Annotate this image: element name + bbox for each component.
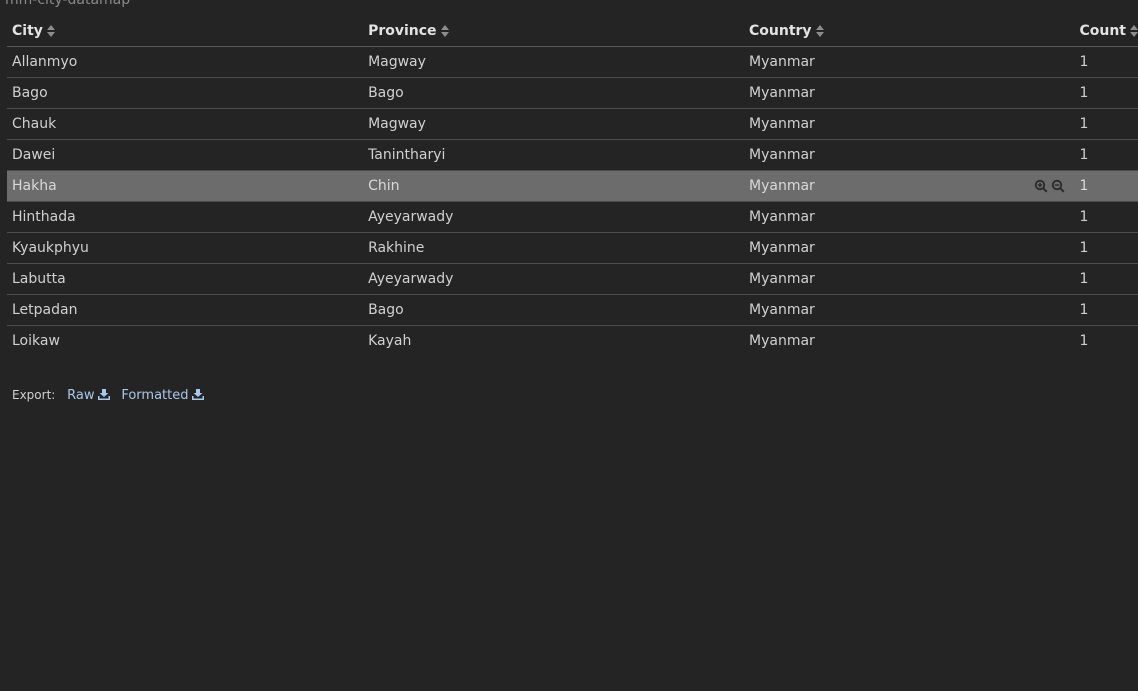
cell-count: 1	[1074, 139, 1138, 171]
column-header-country[interactable]: Country	[744, 16, 1075, 47]
download-icon	[191, 389, 204, 400]
cell-province: Magway	[363, 46, 744, 78]
cell-country: Myanmar	[744, 294, 1075, 326]
zoom-in-icon[interactable]	[1034, 179, 1048, 193]
cell-country: Myanmar	[744, 77, 1075, 109]
cell-count: 1	[1074, 170, 1138, 202]
cell-city: Allanmyo	[7, 46, 364, 78]
table-row[interactable]: Dawei Tanintharyi Myanmar 1	[7, 139, 1138, 171]
table-row[interactable]: Loikaw Kayah Myanmar 1	[7, 326, 1138, 357]
table-row[interactable]: Kyaukphyu Rakhine Myanmar 1	[7, 232, 1138, 264]
cell-city: Letpadan	[7, 294, 364, 326]
export-raw-link[interactable]: Raw	[67, 388, 110, 403]
sort-icon[interactable]	[815, 25, 824, 37]
table-row[interactable]: Letpadan Bago Myanmar 1	[7, 294, 1138, 326]
table-row[interactable]: Labutta Ayeyarwady Myanmar 1	[7, 263, 1138, 295]
sort-icon[interactable]	[440, 25, 449, 37]
download-icon	[97, 389, 110, 400]
cell-country-value: Myanmar	[749, 178, 815, 194]
sort-icon[interactable]	[1130, 25, 1138, 37]
cell-province: Rakhine	[363, 232, 744, 264]
cell-count: 1	[1074, 201, 1138, 233]
column-header-label: City	[12, 23, 43, 39]
cell-country: Myanmar	[744, 46, 1075, 78]
column-header-province[interactable]: Province	[363, 16, 744, 47]
export-label: Export:	[12, 388, 56, 402]
cell-province: Ayeyarwady	[363, 263, 744, 295]
cell-country: Myanmar	[744, 170, 1075, 202]
table-row[interactable]: Hakha Chin Myanmar 1	[7, 170, 1138, 202]
sort-icon[interactable]	[46, 25, 55, 37]
column-header-label: Country	[749, 23, 812, 39]
column-header-count[interactable]: Count	[1074, 16, 1138, 47]
cell-country: Myanmar	[749, 333, 815, 349]
cell-province: Bago	[363, 77, 744, 109]
cell-country: Myanmar	[744, 201, 1075, 233]
cell-city: Hinthada	[7, 201, 364, 233]
cell-count: 1	[1074, 232, 1138, 264]
cell-city: Chauk	[7, 108, 364, 140]
table-header-row: City Province Country Count	[7, 16, 1138, 47]
column-header-label: Province	[368, 23, 437, 39]
cell-province: Ayeyarwady	[363, 201, 744, 233]
panel-title: mm-city-datamap	[5, 0, 131, 8]
cell-city: Loikaw	[12, 333, 60, 349]
export-formatted-link[interactable]: Formatted	[121, 388, 204, 403]
cell-province: Kayah	[368, 333, 412, 349]
cell-count: 1	[1074, 108, 1138, 140]
cell-province: Tanintharyi	[363, 139, 744, 171]
cell-city: Labutta	[7, 263, 364, 295]
cell-province: Bago	[363, 294, 744, 326]
column-header-city[interactable]: City	[7, 16, 364, 47]
table-row[interactable]: Hinthada Ayeyarwady Myanmar 1	[7, 201, 1138, 233]
cell-country: Myanmar	[744, 263, 1075, 295]
export-bar: Export: Raw Formatted	[12, 388, 204, 403]
cell-count: 1	[1074, 263, 1138, 295]
table-row[interactable]: Bago Bago Myanmar 1	[7, 77, 1138, 109]
cell-province: Chin	[363, 170, 744, 202]
cell-city: Kyaukphyu	[7, 232, 364, 264]
cell-city: Dawei	[7, 139, 364, 171]
cell-count: 1	[1074, 77, 1138, 109]
cell-city: Hakha	[7, 170, 364, 202]
cell-count: 1	[1074, 46, 1138, 78]
cell-province: Magway	[363, 108, 744, 140]
cell-country: Myanmar	[744, 139, 1075, 171]
cell-count: 1	[1079, 333, 1089, 349]
data-table: City Province Country Count Allanmyo Magw…	[7, 16, 1138, 356]
export-formatted-label: Formatted	[121, 388, 189, 403]
table-row[interactable]: Chauk Magway Myanmar 1	[7, 108, 1138, 140]
cell-count: 1	[1074, 294, 1138, 326]
cell-city: Bago	[7, 77, 364, 109]
cell-country: Myanmar	[744, 108, 1075, 140]
column-header-label: Count	[1079, 23, 1126, 39]
filter-buttons	[1034, 179, 1065, 193]
table-row[interactable]: Allanmyo Magway Myanmar 1	[7, 46, 1138, 78]
cell-country: Myanmar	[744, 232, 1075, 264]
zoom-out-icon[interactable]	[1051, 179, 1065, 193]
export-raw-label: Raw	[67, 388, 95, 403]
